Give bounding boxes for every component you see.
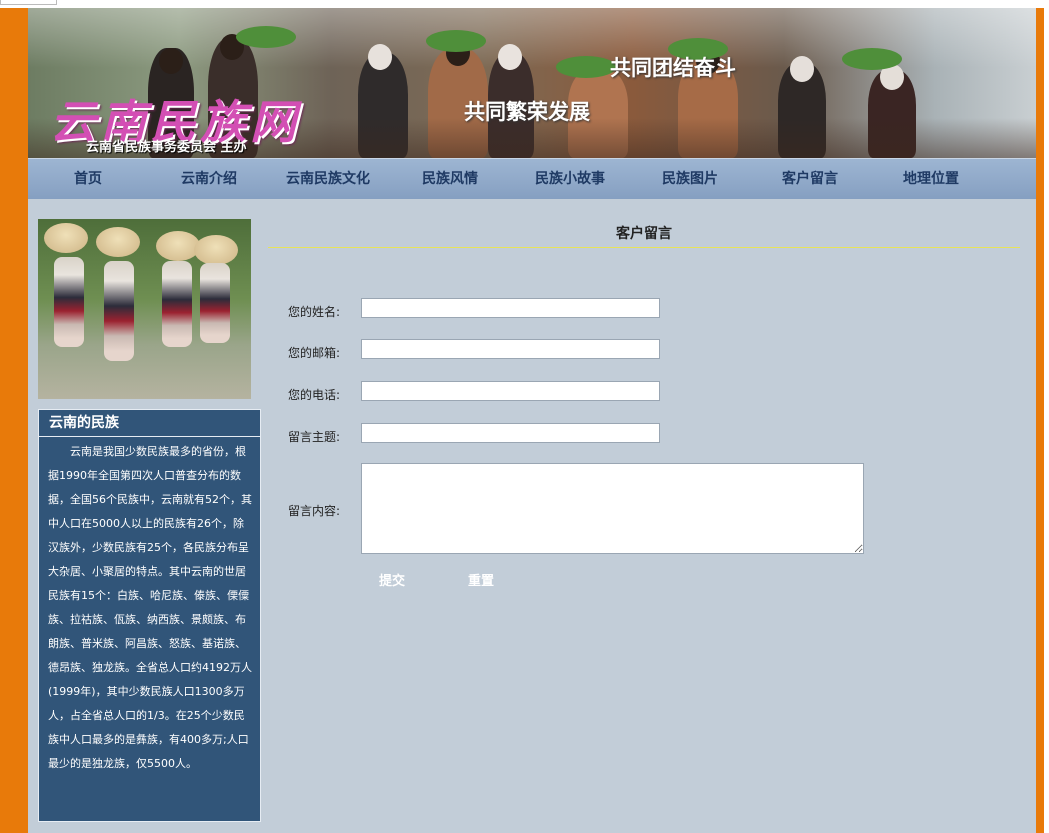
window-edge	[1044, 8, 1049, 833]
sidebar-info-box: 云南的民族 云南是我国少数民族最多的省份，根据1990年全国第四次人口普查分布的…	[38, 409, 261, 822]
submit-button[interactable]: 提交	[379, 570, 405, 594]
sidebar-photo	[38, 219, 251, 399]
phone-label: 您的电话:	[288, 388, 341, 402]
content-label: 留言内容:	[288, 504, 341, 518]
nav-item-ethnic-stories[interactable]: 民族小故事	[518, 159, 622, 199]
browser-tab-stub	[0, 0, 57, 5]
nav-item-home[interactable]: 首页	[38, 159, 138, 199]
photo-hat	[156, 231, 200, 261]
subject-input[interactable]	[361, 423, 660, 443]
nav-item-ethnic-customs[interactable]: 民族风情	[400, 159, 500, 199]
sidebar-box-text: 云南是我国少数民族最多的省份，根据1990年全国第四次人口普查分布的数据，全国5…	[48, 445, 252, 770]
name-input[interactable]	[361, 298, 660, 318]
phone-input[interactable]	[361, 381, 660, 401]
photo-dancer	[54, 257, 84, 347]
banner-figure-head	[159, 48, 183, 74]
banner-leaf-crown	[556, 56, 616, 78]
main-nav: 首页 云南介绍 云南民族文化 民族风情 民族小故事 民族图片 客户留言 地理位置	[28, 158, 1036, 199]
photo-dancer	[104, 261, 134, 361]
browser-top-bar	[0, 0, 1049, 8]
page-title: 客户留言	[268, 223, 1020, 248]
photo-hat	[194, 235, 238, 265]
banner-leaf-crown	[236, 26, 296, 48]
nav-item-location[interactable]: 地理位置	[881, 159, 981, 199]
nav-item-ethnic-culture[interactable]: 云南民族文化	[268, 159, 388, 199]
banner-figure-head	[790, 56, 814, 82]
name-label: 您的姓名:	[288, 305, 341, 319]
photo-dancer	[162, 261, 192, 347]
banner-leaf-crown	[842, 48, 902, 70]
photo-dancer	[200, 263, 230, 343]
sidebar-box-title: 云南的民族	[39, 410, 260, 437]
nav-item-guestbook[interactable]: 客户留言	[760, 159, 860, 199]
nav-item-ethnic-pictures[interactable]: 民族图片	[640, 159, 740, 199]
photo-hat	[44, 223, 88, 253]
banner-leaf-crown	[426, 30, 486, 52]
email-label: 您的邮箱:	[288, 346, 341, 360]
email-input[interactable]	[361, 339, 660, 359]
photo-hat	[96, 227, 140, 257]
nav-item-yunnan-intro[interactable]: 云南介绍	[159, 159, 259, 199]
banner-figure-head	[368, 44, 392, 70]
banner-figure-head	[498, 44, 522, 70]
reset-button[interactable]: 重置	[468, 570, 494, 594]
subject-label: 留言主题:	[288, 430, 341, 444]
content-textarea[interactable]	[361, 463, 864, 554]
header-banner: 云南民族网 云南省民族事务委员会 主办 共同团结奋斗 共同繁荣发展	[28, 8, 1036, 158]
banner-slogan-1: 共同团结奋斗	[610, 56, 736, 80]
page-container: 云南民族网 云南省民族事务委员会 主办 共同团结奋斗 共同繁荣发展 首页 云南介…	[28, 8, 1036, 833]
site-subtitle: 云南省民族事务委员会 主办	[86, 140, 247, 155]
banner-slogan-2: 共同繁荣发展	[464, 100, 590, 124]
